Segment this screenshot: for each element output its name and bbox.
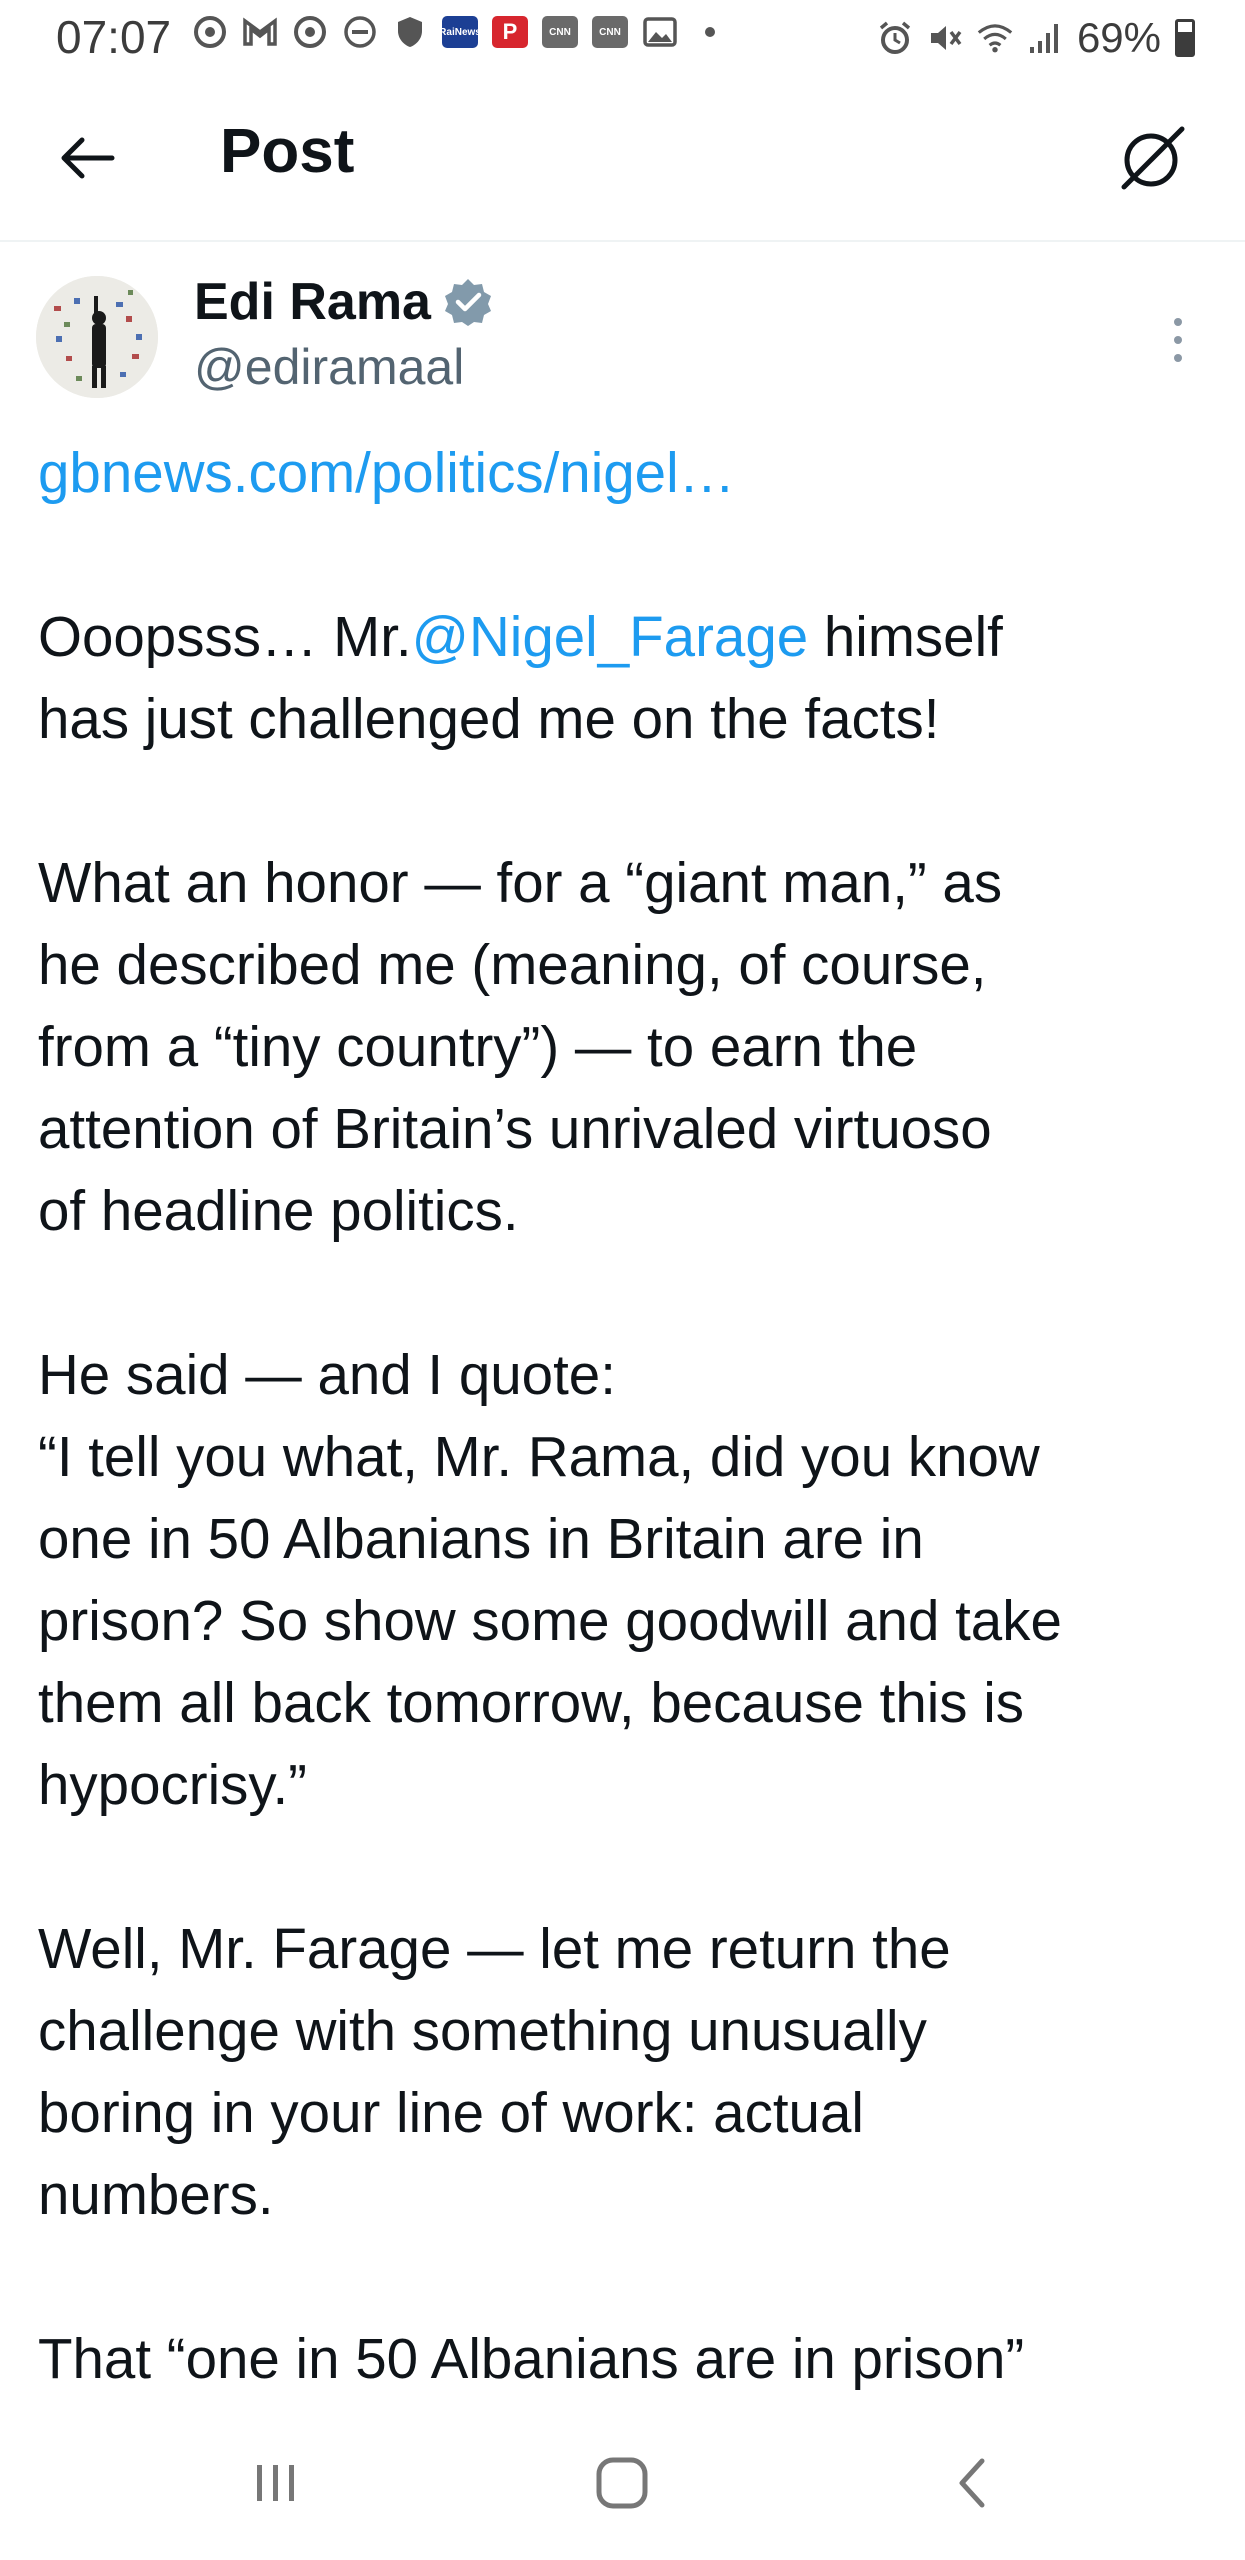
post-text-segment: from a “tiny country”) — to earn the: [38, 1015, 918, 1078]
post-text-segment: has just challenged me on the facts!: [38, 687, 940, 750]
home-icon: [596, 2457, 648, 2509]
author-handle[interactable]: @ediramaal: [194, 338, 464, 396]
post-text-segment: He said — and I quote:: [38, 1343, 616, 1406]
verified-badge-icon: [444, 279, 491, 326]
post-text-segment: challenge with something unusually: [38, 1999, 927, 2062]
post-line: numbers.: [38, 2154, 1218, 2236]
system-icons: 69%: [877, 14, 1195, 62]
arrow-left-icon: [61, 137, 115, 179]
back-icon: [959, 2458, 985, 2508]
post-paragraph: That “one in 50 Albanians are in prison”: [38, 2318, 1218, 2400]
post-text-segment: himself: [808, 605, 1003, 668]
post-line: Ooopsss… Mr.@Nigel_Farage himself: [38, 596, 1218, 678]
battery-icon: [1175, 19, 1195, 57]
post-line: from a “tiny country”) — to earn the: [38, 1006, 1218, 1088]
post-text-segment: Well, Mr. Farage — let me return the: [38, 1917, 951, 1980]
recent-apps-button[interactable]: [216, 2438, 336, 2528]
mute-icon: [927, 20, 963, 56]
post-text-segment: Ooopsss… Mr.: [38, 605, 412, 668]
post-text-segment: of headline politics.: [38, 1179, 519, 1242]
back-nav-button[interactable]: [912, 2438, 1032, 2528]
avatar[interactable]: [36, 276, 158, 398]
status-time: 07:07: [56, 11, 172, 63]
post-line: “I tell you what, Mr. Rama, did you know: [38, 1416, 1218, 1498]
grok-icon: [1121, 126, 1185, 190]
post-line: attention of Britain’s unrivaled virtuos…: [38, 1088, 1218, 1170]
post-text-segment: “I tell you what, Mr. Rama, did you know: [38, 1425, 1040, 1488]
post-text-segment: prison? So show some goodwill and take: [38, 1589, 1062, 1652]
post-text-segment: one in 50 Albanians in Britain are in: [38, 1507, 924, 1570]
system-nav-bar: [0, 2408, 1245, 2560]
alarm-icon: [877, 20, 913, 56]
cnn-icon: CNN: [542, 16, 578, 48]
post-line: boring in your line of work: actual: [38, 2072, 1218, 2154]
post-text: gbnews.com/politics/nigel… Ooopsss… Mr.@N…: [38, 432, 1218, 2482]
post-text-segment: numbers.: [38, 2163, 274, 2226]
grok-button[interactable]: [1111, 116, 1195, 200]
shield-icon: [392, 14, 428, 50]
status-bar: 07:07 RaiNews P CNN CNN 69%: [0, 0, 1245, 78]
cnn-icon: CNN: [592, 16, 628, 48]
post-text-segment: boring in your line of work: actual: [38, 2081, 864, 2144]
post-text-segment: he described me (meaning, of course,: [38, 933, 987, 996]
mention-link[interactable]: @Nigel_Farage: [412, 605, 809, 668]
chrome-icon: [192, 14, 228, 50]
post-line: challenge with something unusually: [38, 1990, 1218, 2072]
notification-icons: RaiNews P CNN CNN: [192, 14, 728, 50]
post-paragraph: Well, Mr. Farage — let me return the chal…: [38, 1908, 1218, 2236]
post-line: Well, Mr. Farage — let me return the: [38, 1908, 1218, 1990]
post-paragraph: gbnews.com/politics/nigel…: [38, 432, 1218, 514]
post-line: of headline politics.: [38, 1170, 1218, 1252]
author-name[interactable]: Edi Rama: [194, 272, 431, 332]
page-title: Post: [220, 117, 355, 186]
more-dot: [1174, 318, 1182, 326]
wifi-icon: [977, 20, 1013, 56]
rai-news-icon: RaiNews: [439, 16, 481, 48]
post-line: one in 50 Albanians in Britain are in: [38, 1498, 1218, 1580]
post-line: gbnews.com/politics/nigel…: [38, 432, 1218, 514]
gallery-icon: [642, 14, 678, 50]
recent-apps-icon: [257, 2465, 294, 2501]
dnd-icon: [342, 14, 378, 50]
more-options-button[interactable]: [1153, 300, 1203, 380]
post-author: Edi Rama @ediramaal: [0, 270, 1245, 410]
post-line: That “one in 50 Albanians are in prison”: [38, 2318, 1218, 2400]
post-line: has just challenged me on the facts!: [38, 678, 1218, 760]
post-paragraph: Ooopsss… Mr.@Nigel_Farage himself has jus…: [38, 596, 1218, 760]
post-paragraph: What an honor — for a “giant man,” as he …: [38, 842, 1218, 1252]
url-link[interactable]: gbnews.com/politics/nigel…: [38, 441, 735, 504]
profile-photo: [36, 276, 158, 398]
p-app-icon: P: [492, 16, 528, 48]
post-line: he described me (meaning, of course,: [38, 924, 1218, 1006]
post-text-segment: What an honor — for a “giant man,” as: [38, 851, 1003, 914]
signal-icon: [1027, 20, 1063, 56]
post-text-segment: attention of Britain’s unrivaled virtuos…: [38, 1097, 992, 1160]
author-name-row: Edi Rama: [194, 272, 493, 332]
home-button[interactable]: [562, 2438, 682, 2528]
more-dot: [1174, 354, 1182, 362]
post-line: hypocrisy.”: [38, 1744, 1218, 1826]
post-text-segment: That “one in 50 Albanians are in prison”: [38, 2327, 1025, 2390]
more-dot: [1174, 336, 1182, 344]
post-line: them all back tomorrow, because this is: [38, 1662, 1218, 1744]
battery-percent: 69%: [1076, 14, 1161, 61]
dot-icon: [692, 14, 728, 50]
post-paragraph: He said — and I quote: “I tell you what, …: [38, 1334, 1218, 1826]
post-line: prison? So show some goodwill and take: [38, 1580, 1218, 1662]
chrome-icon: [292, 14, 328, 50]
post-text-segment: them all back tomorrow, because this is: [38, 1671, 1025, 1734]
post-line: What an honor — for a “giant man,” as: [38, 842, 1218, 924]
post-line: He said — and I quote:: [38, 1334, 1218, 1416]
back-button[interactable]: [48, 118, 128, 198]
app-header: Post: [0, 78, 1245, 242]
gmail-icon: [242, 14, 278, 50]
post-text-segment: hypocrisy.”: [38, 1753, 307, 1816]
